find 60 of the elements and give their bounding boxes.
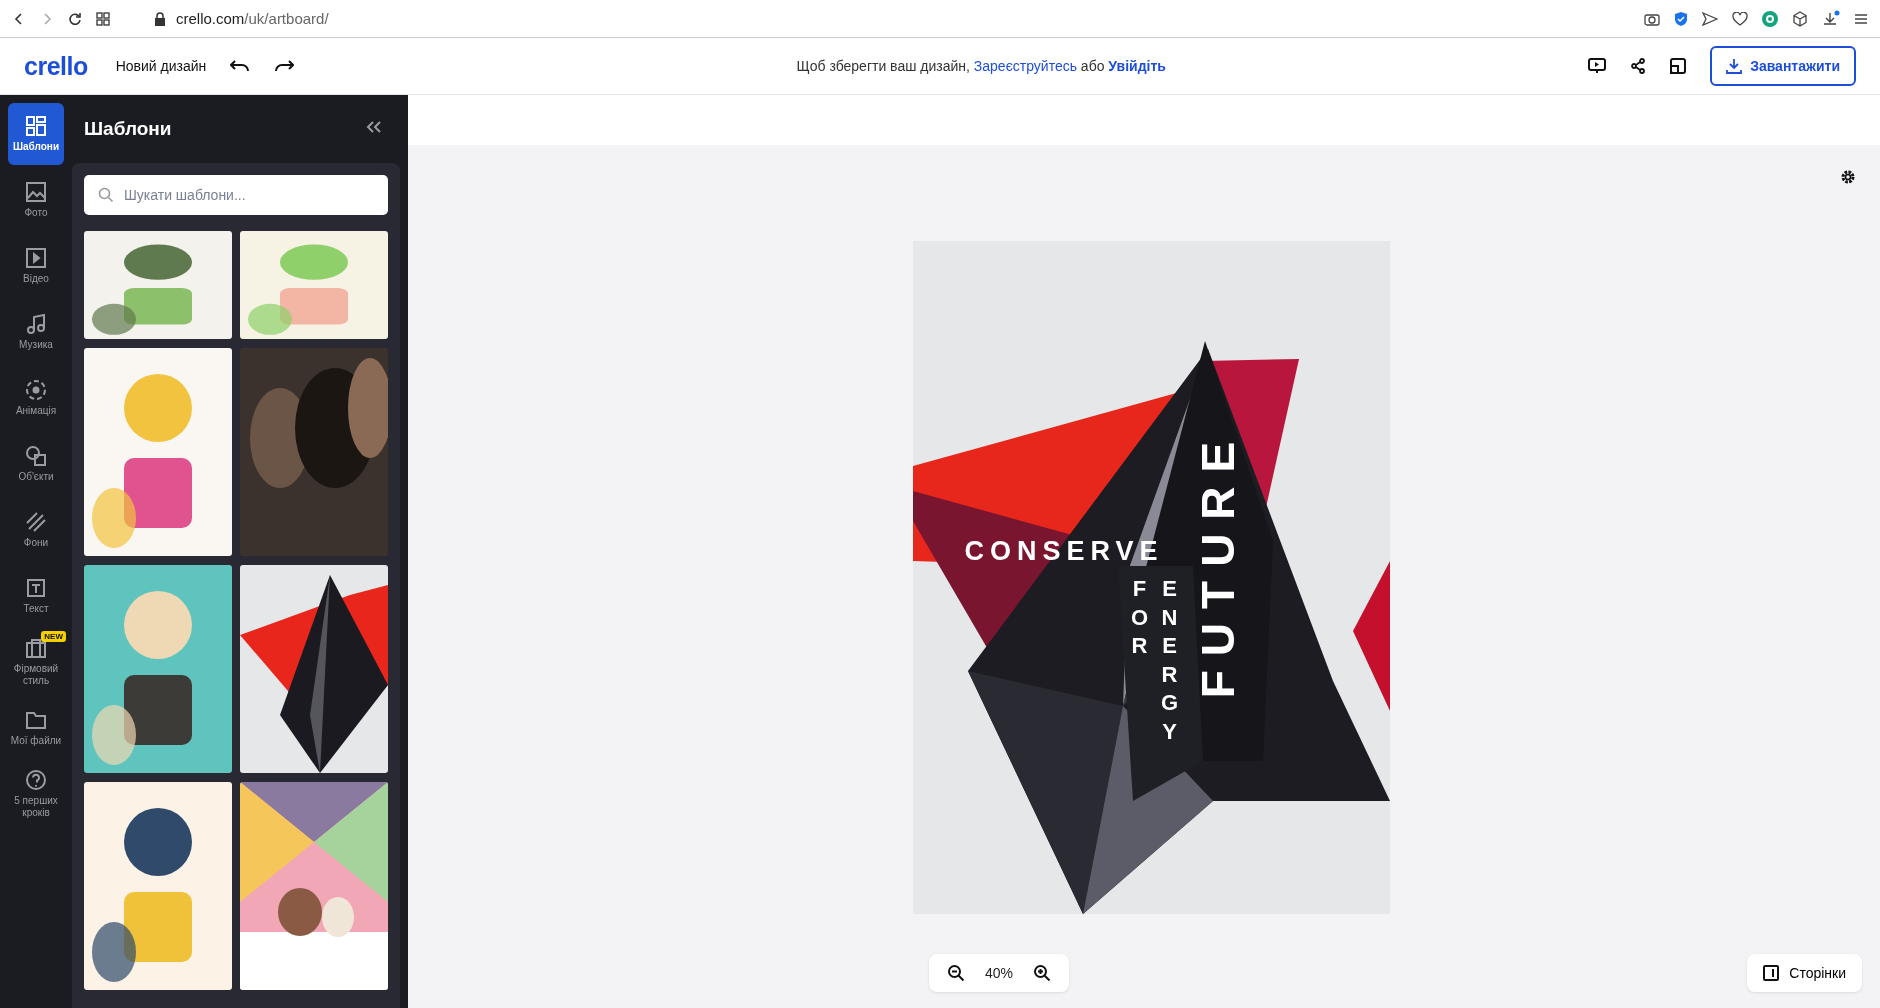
sidebar-item[interactable]: Фони	[8, 499, 64, 561]
search-icon	[98, 187, 114, 203]
zoom-in-icon[interactable]	[1033, 964, 1052, 982]
panel-title: Шаблони	[84, 118, 172, 140]
undo-icon[interactable]	[230, 59, 251, 73]
stripes-icon	[25, 511, 47, 533]
help-icon	[25, 769, 47, 791]
headline-text[interactable]: CONSERVE	[964, 536, 1164, 567]
tabs-grid-icon[interactable]	[96, 11, 110, 26]
sidebar-item[interactable]: Об'єкти	[8, 433, 64, 495]
image-icon	[25, 181, 47, 203]
folder-icon	[25, 709, 47, 731]
vertical-text[interactable]: FOR	[1128, 575, 1151, 661]
share-icon[interactable]	[1630, 58, 1647, 74]
menu-icon[interactable]	[1854, 11, 1868, 26]
cube-icon[interactable]	[1792, 10, 1808, 27]
settings-icon[interactable]	[1840, 169, 1856, 185]
present-icon[interactable]	[1588, 57, 1607, 75]
pages-button[interactable]: Сторінки	[1747, 954, 1862, 992]
download-button[interactable]: Завантажити	[1710, 46, 1856, 86]
sidebar-item[interactable]: Текст	[8, 565, 64, 627]
save-notice: Щоб зберегти ваш дизайн, Зареєструйтесь або Увійдіть	[795, 58, 1166, 74]
sidebar-item[interactable]: NEW Фірмовий стиль	[8, 631, 64, 693]
music-note-icon	[25, 313, 47, 335]
search-field[interactable]: Шукати шаблони...	[84, 175, 388, 215]
heart-icon[interactable]	[1732, 11, 1748, 26]
text-icon	[25, 577, 47, 599]
extension-icon[interactable]	[1762, 10, 1778, 27]
logo[interactable]: crello	[24, 51, 88, 81]
sidebar-item[interactable]: Мої файли	[8, 697, 64, 759]
sidebar-item[interactable]: Музика	[8, 301, 64, 363]
download-icon[interactable]	[1822, 9, 1840, 28]
templates-grid-icon	[25, 115, 47, 137]
shield-icon[interactable]	[1674, 10, 1688, 27]
sidebar-item[interactable]: Анімація	[8, 367, 64, 429]
panel-icon	[1763, 965, 1780, 981]
design-name[interactable]: Новий дизайн	[115, 58, 207, 74]
rotated-title[interactable]: FUTURE	[1193, 380, 1242, 746]
vertical-text[interactable]: ENERGY	[1158, 575, 1181, 747]
login-link[interactable]: Увійдіть	[1108, 58, 1166, 74]
resize-icon[interactable]	[1670, 58, 1687, 74]
sidebar-item[interactable]: 5 перших кроків	[8, 763, 64, 825]
address-bar[interactable]: crello.com/uk/artboard/	[176, 10, 329, 27]
sidebar-item[interactable]: Фото	[8, 169, 64, 231]
animation-icon	[25, 379, 47, 401]
camera-icon[interactable]	[1644, 11, 1660, 26]
play-icon	[25, 247, 47, 269]
send-icon[interactable]	[1702, 11, 1718, 26]
zoom-out-icon[interactable]	[947, 964, 965, 982]
shapes-icon	[25, 445, 47, 467]
zoom-level: 40%	[985, 965, 1014, 981]
redo-icon[interactable]	[274, 59, 295, 73]
reload-icon[interactable]	[68, 11, 82, 26]
register-link[interactable]: Зареєструйтесь	[973, 58, 1077, 74]
sidebar-item[interactable]: Шаблони	[8, 103, 64, 165]
download-icon	[1726, 58, 1743, 74]
sidebar-item[interactable]: Відео	[8, 235, 64, 297]
lock-icon	[154, 11, 166, 26]
new-badge: NEW	[41, 631, 66, 642]
briefcase-icon	[25, 637, 47, 659]
